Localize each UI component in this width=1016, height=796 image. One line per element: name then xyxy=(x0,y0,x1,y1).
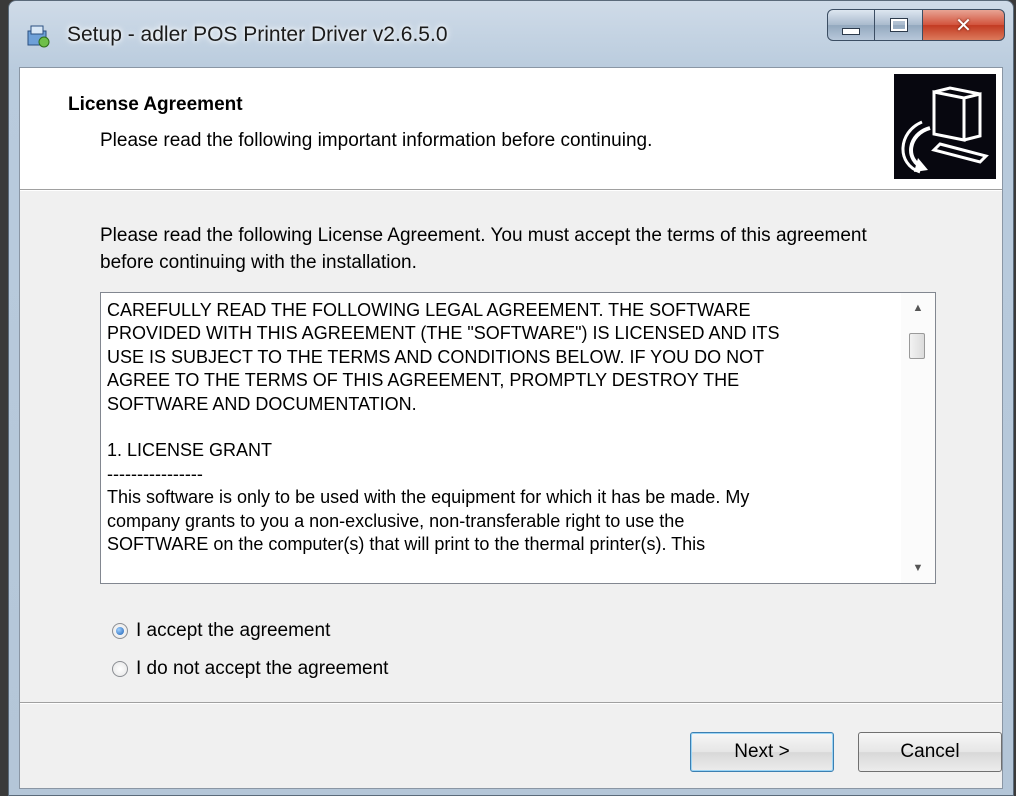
minimize-button[interactable] xyxy=(827,9,875,41)
next-button[interactable]: Next > xyxy=(690,732,834,772)
caption-buttons: ✕ xyxy=(827,9,1005,43)
chevron-up-icon: ▲ xyxy=(912,302,924,314)
maximize-button[interactable] xyxy=(875,9,923,41)
minimize-icon xyxy=(842,27,860,35)
maximize-icon xyxy=(889,18,908,32)
decline-radio-option[interactable]: I do not accept the agreement xyxy=(112,658,388,680)
scroll-down-button[interactable]: ▼ xyxy=(901,555,935,581)
accept-radio-button[interactable] xyxy=(112,623,128,639)
wizard-header: License Agreement Please read the follow… xyxy=(20,68,1002,189)
accept-radio-label[interactable]: I accept the agreement xyxy=(136,620,330,642)
decline-radio-button[interactable] xyxy=(112,661,128,677)
scroll-up-button[interactable]: ▲ xyxy=(901,295,935,321)
cancel-button[interactable]: Cancel xyxy=(858,732,1002,772)
window-title: Setup - adler POS Printer Driver v2.6.5.… xyxy=(67,23,448,46)
close-icon: ✕ xyxy=(955,14,972,37)
header-divider xyxy=(20,189,1002,191)
decline-radio-label[interactable]: I do not accept the agreement xyxy=(136,658,388,680)
license-intro-text: Please read the following License Agreem… xyxy=(100,225,867,273)
scroll-thumb[interactable] xyxy=(909,333,925,359)
license-textbox[interactable]: CAREFULLY READ THE FOLLOWING LEGAL AGREE… xyxy=(100,292,936,584)
setup-window: Setup - adler POS Printer Driver v2.6.5.… xyxy=(8,0,1014,796)
accept-radio-option[interactable]: I accept the agreement xyxy=(112,620,330,642)
setup-app-icon xyxy=(27,25,50,48)
page-title: License Agreement xyxy=(68,94,243,115)
computer-install-icon xyxy=(894,74,996,179)
footer-divider xyxy=(20,702,1002,704)
close-button[interactable]: ✕ xyxy=(923,9,1005,41)
license-text[interactable]: CAREFULLY READ THE FOLLOWING LEGAL AGREE… xyxy=(107,299,897,577)
title-bar[interactable]: Setup - adler POS Printer Driver v2.6.5.… xyxy=(9,1,1013,67)
license-scrollbar[interactable]: ▲ ▼ xyxy=(901,293,935,583)
wizard-client-area: License Agreement Please read the follow… xyxy=(19,67,1003,789)
chevron-down-icon: ▼ xyxy=(912,562,924,574)
page-subtitle: Please read the following important info… xyxy=(100,130,653,151)
